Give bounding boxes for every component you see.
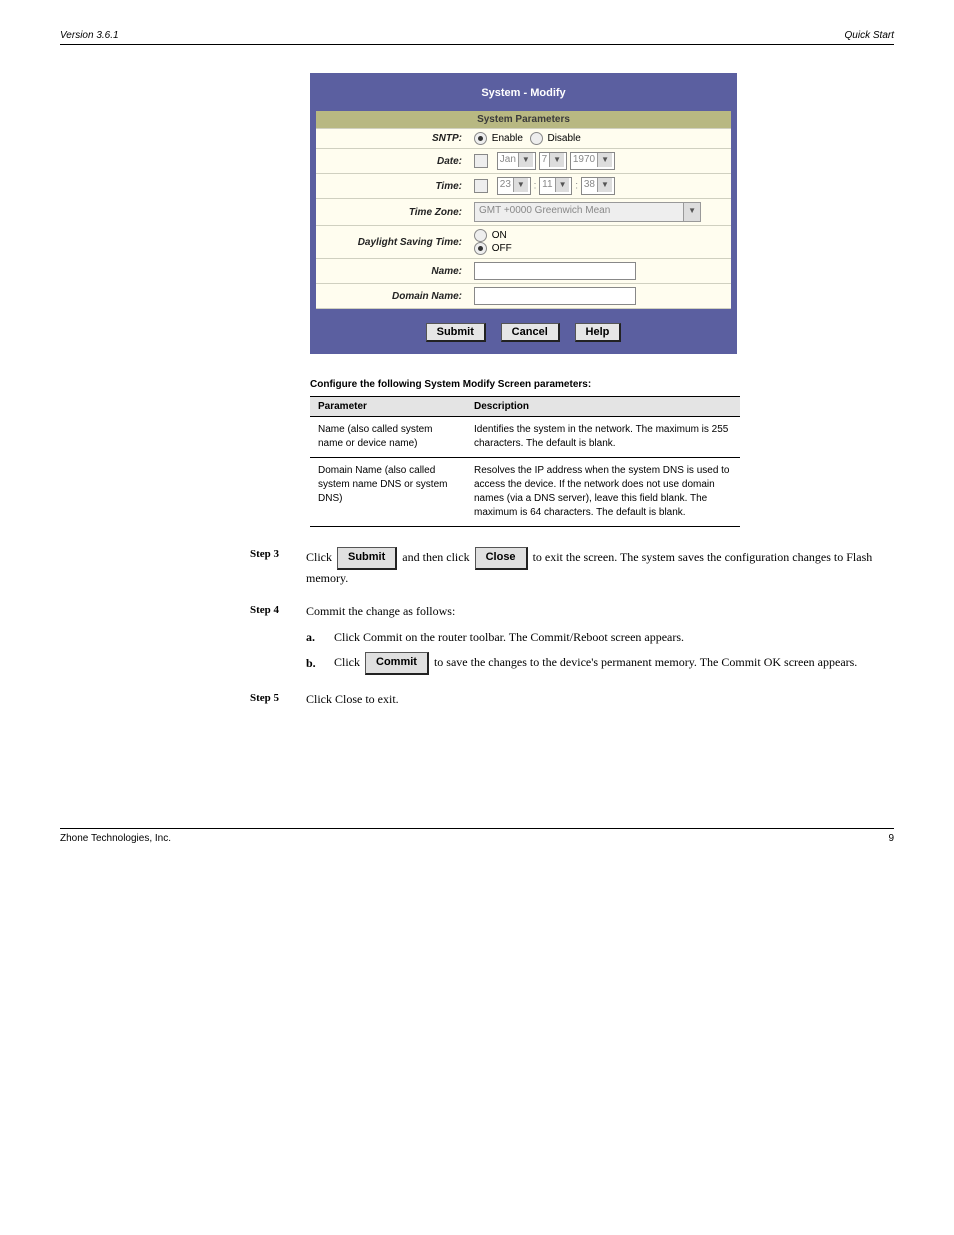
dst-on-radio[interactable] bbox=[474, 229, 487, 242]
row-domain: Domain Name: bbox=[316, 284, 731, 309]
panel-button-row: Submit Cancel Help bbox=[316, 309, 731, 348]
params-intro: Configure the following System Modify Sc… bbox=[310, 379, 894, 390]
desc-row-domain: Domain Name (also called system name DNS… bbox=[310, 458, 740, 527]
time-mm-select[interactable]: 11▼ bbox=[539, 177, 572, 195]
desc-row-name: Name (also called system name or device … bbox=[310, 417, 740, 458]
panel-cancel-button[interactable]: Cancel bbox=[501, 323, 560, 342]
time-hh-select[interactable]: 23▼ bbox=[497, 177, 531, 195]
date-month-select[interactable]: Jan▼ bbox=[497, 152, 536, 170]
date-year-select[interactable]: 1970▼ bbox=[570, 152, 615, 170]
desc-text-0: Identifies the system in the network. Th… bbox=[466, 417, 740, 458]
header-left: Version 3.6.1 bbox=[60, 30, 119, 41]
row-dst: Daylight Saving Time: ON OFF bbox=[316, 226, 731, 259]
page-footer: Zhone Technologies, Inc. 9 bbox=[60, 828, 894, 844]
col-parameter: Parameter bbox=[310, 397, 466, 417]
desc-param-0: Name (also called system name or device … bbox=[310, 417, 466, 458]
desc-param-1: Domain Name (also called system name DNS… bbox=[310, 458, 466, 527]
step-4b-text: Click Commit to save the changes to the … bbox=[334, 652, 857, 675]
step-3: Step 3 Click Submit and then click Close… bbox=[250, 547, 894, 587]
step-5: Step 5 Click Close to exit. bbox=[250, 691, 894, 708]
step-3-num: Step 3 bbox=[250, 547, 306, 587]
row-time: Time: 23▼ : 11▼ : 38▼ bbox=[316, 174, 731, 199]
step-3-text: Click Submit and then click Close to exi… bbox=[306, 547, 894, 587]
timezone-select[interactable]: GMT +0000 Greenwich Mean ▼ bbox=[474, 202, 701, 222]
label-date: Date: bbox=[316, 149, 468, 174]
row-date: Date: Jan▼ 7▼ 1970▼ bbox=[316, 149, 731, 174]
label-time: Time: bbox=[316, 174, 468, 199]
label-timezone: Time Zone: bbox=[316, 199, 468, 226]
inline-commit-button[interactable]: Commit bbox=[365, 652, 429, 675]
step-4b-label: b. bbox=[306, 655, 334, 672]
params-desc-table: Parameter Description Name (also called … bbox=[310, 396, 740, 527]
label-domain: Domain Name: bbox=[316, 284, 468, 309]
header-right: Quick Start bbox=[845, 30, 894, 41]
sntp-disable-label: Disable bbox=[547, 133, 580, 144]
row-sntp: SNTP: Enable Disable bbox=[316, 129, 731, 149]
page-header: Version 3.6.1 Quick Start bbox=[60, 30, 894, 45]
panel-title: System - Modify bbox=[316, 79, 731, 111]
row-name: Name: bbox=[316, 259, 731, 284]
time-checkbox[interactable] bbox=[474, 179, 488, 193]
dst-off-radio[interactable] bbox=[474, 242, 487, 255]
date-checkbox[interactable] bbox=[474, 154, 488, 168]
system-params-table: System Parameters SNTP: Enable Disable D… bbox=[316, 111, 731, 309]
step-4-num: Step 4 bbox=[250, 603, 306, 675]
desc-text-1: Resolves the IP address when the system … bbox=[466, 458, 740, 527]
sntp-enable-label: Enable bbox=[492, 133, 523, 144]
step-4: Step 4 Commit the change as follows: a. … bbox=[250, 603, 894, 675]
panel-help-button[interactable]: Help bbox=[575, 323, 622, 342]
dst-on-label: ON bbox=[492, 230, 507, 241]
sntp-enable-radio[interactable] bbox=[474, 132, 487, 145]
params-section-header: System Parameters bbox=[316, 111, 731, 129]
label-name: Name: bbox=[316, 259, 468, 284]
time-ss-select[interactable]: 38▼ bbox=[581, 177, 615, 195]
domain-input[interactable] bbox=[474, 287, 636, 305]
col-description: Description bbox=[466, 397, 740, 417]
date-day-select[interactable]: 7▼ bbox=[539, 152, 567, 170]
step-4a-label: a. bbox=[306, 629, 334, 646]
label-sntp: SNTP: bbox=[316, 129, 468, 149]
step-5-num: Step 5 bbox=[250, 691, 306, 708]
inline-submit-button[interactable]: Submit bbox=[337, 547, 397, 570]
footer-left: Zhone Technologies, Inc. bbox=[60, 833, 171, 844]
step-4-text: Commit the change as follows: a. Click C… bbox=[306, 603, 894, 675]
name-input[interactable] bbox=[474, 262, 636, 280]
sntp-disable-radio[interactable] bbox=[530, 132, 543, 145]
footer-right: 9 bbox=[888, 833, 894, 844]
system-modify-panel: System - Modify System Parameters SNTP: … bbox=[310, 73, 737, 354]
dst-off-label: OFF bbox=[492, 243, 512, 254]
inline-close-button[interactable]: Close bbox=[475, 547, 528, 570]
panel-submit-button[interactable]: Submit bbox=[426, 323, 486, 342]
step-5-text: Click Close to exit. bbox=[306, 691, 894, 708]
step-4a-text: Click Commit on the router toolbar. The … bbox=[334, 629, 684, 646]
row-timezone: Time Zone: GMT +0000 Greenwich Mean ▼ bbox=[316, 199, 731, 226]
label-dst: Daylight Saving Time: bbox=[316, 226, 468, 259]
